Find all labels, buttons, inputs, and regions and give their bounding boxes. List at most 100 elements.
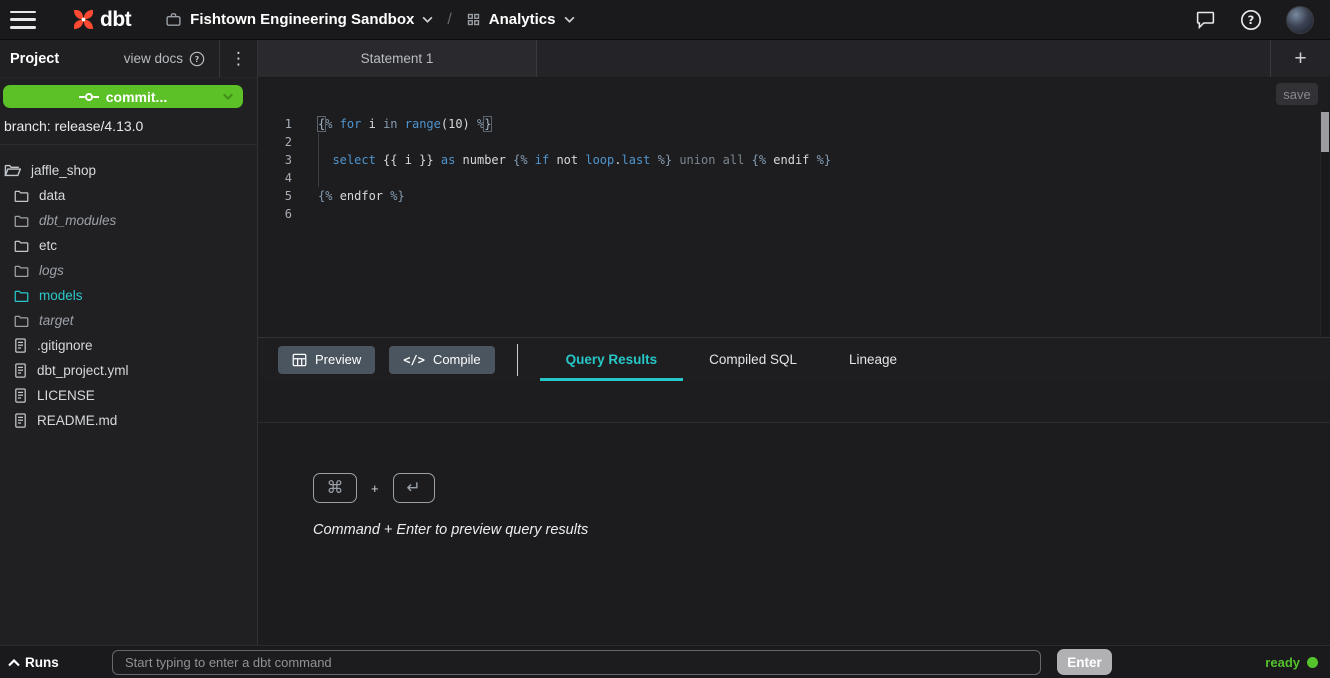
save-button[interactable]: save [1276,83,1318,105]
tree-item-label: etc [39,238,57,253]
tab-statement-1[interactable]: Statement 1 [258,40,537,77]
results-tab-lineage[interactable]: Lineage [823,338,923,381]
account-switcher[interactable]: Fishtown Engineering Sandbox [165,11,433,28]
editor-tab-bar: Statement 1 + [258,40,1330,78]
line-number: 1 [258,115,292,133]
dbt-logo-wordmark: dbt [100,8,131,32]
tree-item-data[interactable]: data [0,183,257,208]
tree-item--gitignore[interactable]: .gitignore [0,333,257,358]
commit-button[interactable]: commit... [3,85,243,108]
runs-label: Runs [25,655,59,670]
help-icon[interactable]: ? [1240,9,1262,31]
code-line-3[interactable]: 3 select {{ i }} as number {% if not loo… [258,151,1330,169]
tree-item-label: logs [39,263,64,278]
shortcut-hint-text: Command + Enter to preview query results [313,522,1330,538]
git-commit-icon [79,91,99,103]
line-number: 4 [258,169,292,187]
svg-text:?: ? [195,55,200,64]
preview-button-label: Preview [315,352,361,367]
line-number: 5 [258,187,292,205]
folder-icon [14,214,29,228]
enter-button[interactable]: Enter [1057,649,1112,675]
chevron-down-icon[interactable] [223,93,233,100]
hamburger-menu-icon[interactable] [10,11,36,29]
compile-button-label: Compile [433,352,481,367]
chevron-down-icon [422,16,433,23]
tree-item-license[interactable]: LICENSE [0,383,257,408]
command-key-icon: ⌘ [313,473,357,503]
top-bar: dbt Fishtown Engineering Sandbox / Analy… [0,0,1330,40]
code-line-2[interactable]: 2 [258,133,1330,151]
line-number: 6 [258,205,292,223]
code-line-content: {% endfor %} [292,187,405,205]
code-line-5[interactable]: 5{% endfor %} [258,187,1330,205]
new-tab-button[interactable]: + [1270,40,1330,77]
top-bar-actions: ? [1195,6,1314,34]
code-line-content: {% for i in range(10) %} [292,115,491,133]
sidebar: Project view docs ? ⋮ commit... branch: … [0,40,258,645]
folder-icon [14,289,29,303]
sidebar-title: Project [0,40,59,77]
tree-item-label: data [39,188,65,203]
code-line-1[interactable]: 1{% for i in range(10) %} [258,115,1330,133]
tree-item-label: target [39,313,74,328]
tree-item-target[interactable]: target [0,308,257,333]
tree-item-etc[interactable]: etc [0,233,257,258]
user-avatar[interactable] [1286,6,1314,34]
chat-icon[interactable] [1195,9,1216,30]
bottom-bar: Runs Enter ready [0,645,1330,678]
dbt-command-input[interactable] [112,650,1041,675]
code-editor[interactable]: 1{% for i in range(10) %}23 select {{ i … [258,110,1330,337]
sidebar-menu-button[interactable]: ⋮ [219,40,257,77]
dbt-logo: dbt [70,6,131,33]
question-circle-icon: ? [189,51,205,67]
briefcase-icon [165,11,182,28]
branch-label: branch: release/4.13.0 [0,110,257,144]
file-icon [14,338,27,353]
tree-item-label: dbt_project.yml [37,363,129,378]
tree-item-dbt-project-yml[interactable]: dbt_project.yml [0,358,257,383]
preview-button[interactable]: Preview [278,346,375,374]
code-line-content [292,205,318,223]
project-switcher[interactable]: Analytics [466,11,575,28]
file-tree: jaffle_shopdata dbt_modulesetc logs models t… [0,145,257,645]
results-subheader [258,381,1330,423]
tree-item-label: .gitignore [37,338,93,353]
folder-icon [14,264,29,278]
tree-item-jaffle-shop[interactable]: jaffle_shop [0,158,257,183]
toolbar-divider [517,344,518,376]
grid-icon [466,12,481,27]
tree-item-label: README.md [37,413,117,428]
results-empty-state: ⌘ + ↵ Command + Enter to preview query r… [313,473,1330,538]
chevron-down-icon [564,16,575,23]
results-tab-compiled-sql[interactable]: Compiled SQL [683,338,823,381]
tree-item-readme-md[interactable]: README.md [0,408,257,433]
tree-item-label: LICENSE [37,388,95,403]
svg-text:?: ? [1248,13,1255,27]
tree-item-models[interactable]: models [0,283,257,308]
code-icon: </> [403,353,425,367]
code-line-4[interactable]: 4 [258,169,1330,187]
file-icon [14,388,27,403]
tree-item-logs[interactable]: logs [0,258,257,283]
table-icon [292,353,307,367]
results-tabs: Query ResultsCompiled SQLLineage [540,338,923,381]
tab-label: Statement 1 [361,51,434,66]
file-icon [14,413,27,428]
folder-icon [14,239,29,253]
folder-icon [14,189,29,203]
kebab-icon: ⋮ [230,49,247,69]
runs-toggle[interactable]: Runs [8,646,59,678]
shortcut-keys: ⌘ + ↵ [313,473,1330,503]
view-docs-label: view docs [124,51,183,66]
results-tab-query-results[interactable]: Query Results [540,338,684,381]
account-name: Fishtown Engineering Sandbox [190,11,414,28]
compile-button[interactable]: </> Compile [389,346,494,374]
view-docs-link[interactable]: view docs ? [124,40,219,77]
folder-icon [14,314,29,328]
file-icon [14,363,27,378]
tree-item-dbt-modules[interactable]: dbt_modules [0,208,257,233]
dbt-cloud-ide: dbt Fishtown Engineering Sandbox / Analy… [0,0,1330,678]
folder-open-icon [4,163,21,178]
code-line-6[interactable]: 6 [258,205,1330,223]
